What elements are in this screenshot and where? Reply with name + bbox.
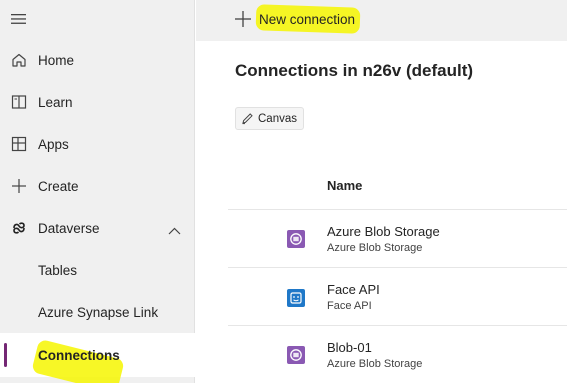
face-api-icon [287, 289, 305, 307]
nav-item-home[interactable]: Home [0, 40, 195, 80]
pencil-icon [241, 112, 254, 125]
nav-item-dataverse[interactable]: Dataverse [0, 208, 195, 248]
book-icon [11, 94, 27, 110]
nav-item-label: Dataverse [38, 220, 100, 236]
table-row[interactable]: Face API Face API [228, 268, 567, 324]
plus-icon [11, 178, 27, 194]
blob-storage-icon [287, 346, 305, 364]
connector-type: Face API [327, 300, 372, 312]
nav-item-learn[interactable]: Learn [0, 82, 195, 122]
dataverse-icon [11, 220, 27, 236]
nav-item-connections[interactable]: Connections [0, 333, 195, 383]
plus-icon [234, 10, 252, 28]
nav-item-azure-synapse-link[interactable]: Azure Synapse Link [0, 292, 195, 332]
nav-item-label: Home [38, 52, 75, 68]
connector-type: Azure Blob Storage [327, 242, 423, 254]
nav-item-create[interactable]: Create [0, 166, 195, 206]
home-icon [11, 52, 27, 68]
connection-name: Azure Blob Storage [327, 224, 440, 239]
connection-name: Face API [327, 282, 380, 297]
apps-icon [11, 136, 27, 152]
nav-item-label: Apps [38, 136, 69, 152]
blob-storage-icon [287, 230, 305, 248]
chevron-up-icon[interactable] [168, 222, 181, 240]
nav-item-tables[interactable]: Tables [0, 250, 195, 290]
chip-label: Canvas [258, 112, 297, 125]
table-row[interactable]: Azure Blob Storage Azure Blob Storage [228, 210, 567, 266]
active-indicator [4, 343, 7, 367]
command-bar: New connection [196, 0, 567, 41]
hamburger-icon[interactable] [11, 12, 27, 26]
column-header-name[interactable]: Name [327, 178, 362, 193]
nav-item-apps[interactable]: Apps [0, 124, 195, 164]
page-title: Connections in n26v (default) [235, 61, 474, 80]
connection-name: Blob-01 [327, 340, 372, 355]
connector-type: Azure Blob Storage [327, 358, 423, 370]
new-connection-label: New connection [259, 11, 356, 27]
nav-item-label: Azure Synapse Link [38, 304, 159, 320]
nav-item-label: Connections [38, 347, 120, 363]
table-row[interactable]: Blob-01 Azure Blob Storage [228, 326, 567, 382]
nav-item-label: Create [38, 178, 79, 194]
new-connection-button[interactable]: New connection [234, 4, 361, 34]
nav-item-label: Learn [38, 94, 73, 110]
left-nav: Home Learn Apps Create Dataverse Tables … [0, 0, 195, 383]
nav-item-label: Tables [38, 262, 78, 278]
canvas-filter-chip[interactable]: Canvas [235, 107, 304, 130]
